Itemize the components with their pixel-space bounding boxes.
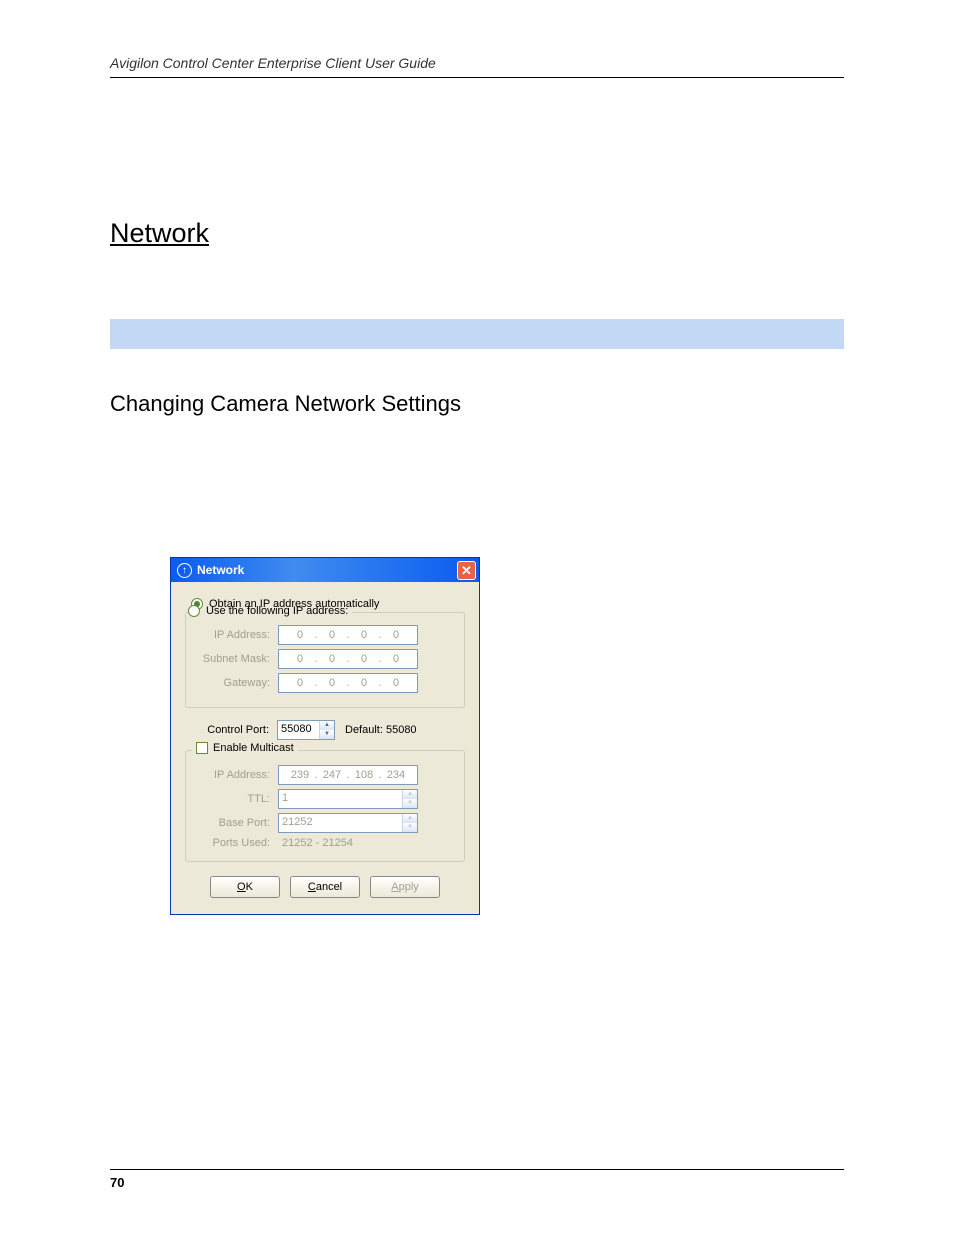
subnet-mask-field[interactable]: 0. 0. 0. 0	[278, 649, 418, 669]
page-header: Avigilon Control Center Enterprise Clien…	[110, 55, 844, 78]
subsection-title: Changing Camera Network Settings	[110, 391, 844, 417]
ttl-label: TTL:	[194, 793, 278, 805]
cancel-button[interactable]: Cancel	[290, 876, 360, 898]
mc-ip-label: IP Address:	[194, 769, 278, 781]
network-dialog: ↑ Network ✕ Obtain an IP address automat…	[170, 557, 480, 915]
ip-address-label: IP Address:	[194, 629, 278, 641]
control-port-label: Control Port:	[185, 724, 277, 736]
radio-label: Use the following IP address:	[206, 605, 348, 617]
enable-multicast-checkbox[interactable]: Enable Multicast	[192, 742, 298, 754]
ip-address-field[interactable]: 0. 0. 0. 0	[278, 625, 418, 645]
ok-button[interactable]: OK	[210, 876, 280, 898]
ports-used-label: Ports Used:	[194, 837, 278, 849]
dialog-title: Network	[197, 563, 457, 577]
section-title: Network	[110, 218, 844, 249]
ttl-field[interactable]: 1 ▲▼	[278, 789, 418, 809]
enable-multicast-label: Enable Multicast	[213, 742, 294, 754]
subnet-mask-label: Subnet Mask:	[194, 653, 278, 665]
gateway-field[interactable]: 0. 0. 0. 0	[278, 673, 418, 693]
spinner-arrows[interactable]: ▲▼	[402, 814, 417, 832]
ports-used-value: 21252 - 21254	[278, 837, 353, 849]
radio-icon	[188, 605, 200, 617]
checkbox-icon	[196, 742, 208, 754]
default-port-label: Default: 55080	[345, 724, 417, 736]
blue-divider-bar	[110, 319, 844, 349]
gateway-label: Gateway:	[194, 677, 278, 689]
spinner-arrows[interactable]: ▲▼	[319, 721, 334, 739]
multicast-group: Enable Multicast IP Address: 239. 247. 1…	[185, 750, 465, 862]
close-icon[interactable]: ✕	[457, 561, 476, 580]
spinner-arrows[interactable]: ▲▼	[402, 790, 417, 808]
page-number: 70	[110, 1175, 124, 1190]
base-port-label: Base Port:	[194, 817, 278, 829]
static-ip-group: Use the following IP address: IP Address…	[185, 612, 465, 708]
network-icon: ↑	[177, 563, 192, 578]
dialog-body: Obtain an IP address automatically Use t…	[171, 582, 479, 914]
dialog-titlebar[interactable]: ↑ Network ✕	[171, 558, 479, 582]
page-footer: 70	[110, 1169, 844, 1190]
apply-button[interactable]: Apply	[370, 876, 440, 898]
base-port-field[interactable]: 21252 ▲▼	[278, 813, 418, 833]
mc-ip-field[interactable]: 239. 247. 108. 234	[278, 765, 418, 785]
control-port-field[interactable]: 55080 ▲▼	[277, 720, 335, 740]
radio-use-following[interactable]: Use the following IP address:	[188, 605, 352, 617]
